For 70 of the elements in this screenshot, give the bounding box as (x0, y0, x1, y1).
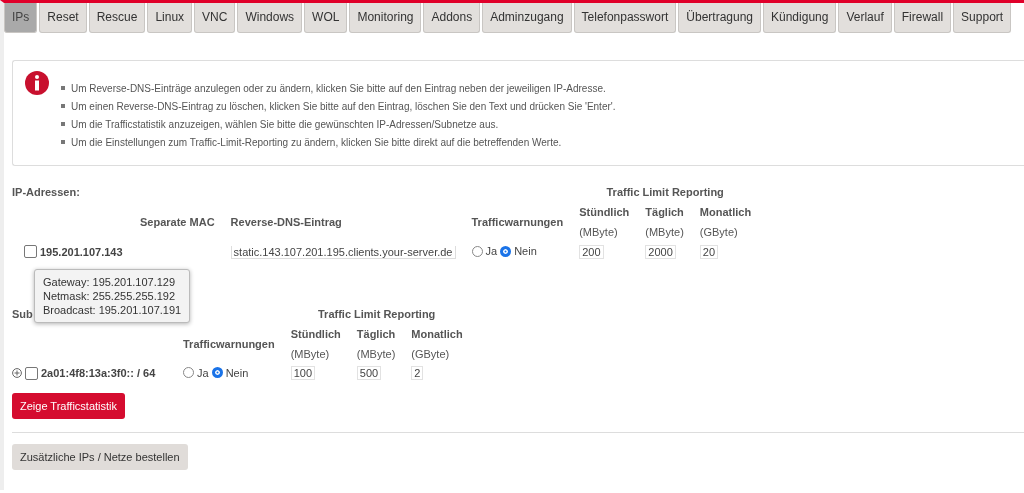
unit-label: (GByte) (411, 347, 450, 360)
tab[interactable]: WOL (304, 3, 348, 33)
limit-value-field[interactable]: 20 (699, 244, 719, 259)
unit-label: (MByte) (290, 347, 330, 360)
column-heading: Monatlich (411, 327, 463, 340)
expand-icon[interactable] (12, 368, 22, 378)
radio-label: Nein (514, 245, 537, 257)
info-text: Um Reverse-DNS-Einträge anzulegen oder zu ändern, klicken Sie bitte auf den Eintrag neben der jeweiligen IP-Adresse. (71, 82, 606, 94)
radio-button[interactable] (183, 367, 194, 378)
limit-value-field[interactable]: 500 (356, 366, 382, 381)
column-heading: Trafficwarnungen (183, 337, 275, 350)
info-text: Um die Einstellungen zum Traffic-Limit-Reporting zu ändern, klicken Sie bitte direkt auf die betreffenden Werte. (71, 136, 562, 148)
tab[interactable]: IPs (4, 3, 38, 33)
column-heading: Reverse-DNS-Eintrag (230, 216, 342, 228)
column-heading: Stündlich (290, 327, 341, 340)
radio-button[interactable] (471, 245, 483, 257)
checkbox[interactable] (24, 245, 37, 258)
section-heading: Sub (12, 307, 33, 320)
column-group-heading: Traffic Limit Reporting (318, 307, 436, 320)
column-heading: Separate MAC (140, 216, 215, 228)
section-heading: IP-Adressen: (12, 186, 80, 198)
bullet-icon (61, 86, 65, 90)
bullet-icon (61, 104, 65, 108)
radio-label: Nein (225, 366, 249, 379)
tooltip-line: Broadcast: 195.201.107.191 (43, 303, 182, 317)
tab[interactable]: Adminzugang (482, 3, 572, 33)
tab[interactable]: VNC (194, 3, 236, 33)
tooltip-line: Netmask: 255.255.255.192 (43, 289, 177, 303)
rdns-field[interactable]: static.143.107.201.195.clients.your-server.de (230, 245, 456, 259)
tab[interactable]: Support (953, 3, 1012, 33)
bullet-icon (61, 140, 65, 144)
column-heading: Monatlich (699, 206, 752, 218)
radio-label: Ja (197, 366, 209, 379)
tab[interactable]: Kündigung (763, 3, 837, 33)
info-icon (25, 71, 49, 95)
tab[interactable]: Windows (237, 3, 303, 33)
tab[interactable]: Addons (423, 3, 481, 33)
tab[interactable]: Rescue (88, 3, 146, 33)
column-heading: Trafficwarnungen (471, 216, 564, 228)
info-text: Um einen Reverse-DNS-Eintrag zu löschen, klicken Sie bitte auf den Eintrag, löschen Sie den Text und drücken Sie 'Enter'. (71, 100, 616, 112)
order-button[interactable]: Zusätzliche IPs / Netze bestellen (12, 444, 188, 470)
radio-button[interactable] (500, 245, 512, 257)
unit-label: (MByte) (356, 347, 396, 360)
tooltip-line: Gateway: 195.201.107.129 (43, 275, 177, 289)
limit-value-field[interactable]: 100 (290, 366, 316, 381)
limit-value-field[interactable]: 2 (411, 366, 424, 381)
limit-value-field[interactable]: 2000 (645, 244, 676, 259)
bullet-icon (61, 122, 65, 126)
tab[interactable]: Reset (39, 3, 87, 33)
traffic-statistics-button[interactable]: Zeige Trafficstatistik (12, 393, 125, 419)
unit-label: (MByte) (579, 226, 618, 238)
ip-address[interactable]: 195.201.107.143 (40, 245, 123, 258)
tab[interactable]: Verlauf (838, 3, 892, 33)
limit-value-field[interactable]: 200 (579, 244, 604, 259)
column-heading: Täglich (356, 327, 396, 340)
column-heading: Stündlich (579, 206, 630, 218)
unit-label: (MByte) (645, 226, 684, 238)
tab[interactable]: Linux (147, 3, 193, 33)
column-group-heading: Traffic Limit Reporting (606, 186, 724, 198)
checkbox[interactable] (25, 366, 38, 380)
unit-label: (GByte) (699, 226, 738, 238)
subnet-address[interactable]: 2a01:4f8:13a:3f0:: / 64 (41, 367, 156, 379)
tab[interactable]: Telefonpasswort (573, 3, 677, 33)
radio-label: Ja (485, 245, 498, 257)
column-heading: Täglich (645, 206, 684, 218)
radio-button[interactable] (211, 367, 223, 378)
tab[interactable]: Firewall (893, 3, 952, 33)
tab[interactable]: Übertragung (678, 3, 761, 33)
tab[interactable]: Monitoring (349, 3, 422, 33)
info-text: Um die Trafficstatistik anzuzeigen, wählen Sie bitte die gewünschten IP-Adressen/Subnetze aus. (71, 118, 499, 130)
